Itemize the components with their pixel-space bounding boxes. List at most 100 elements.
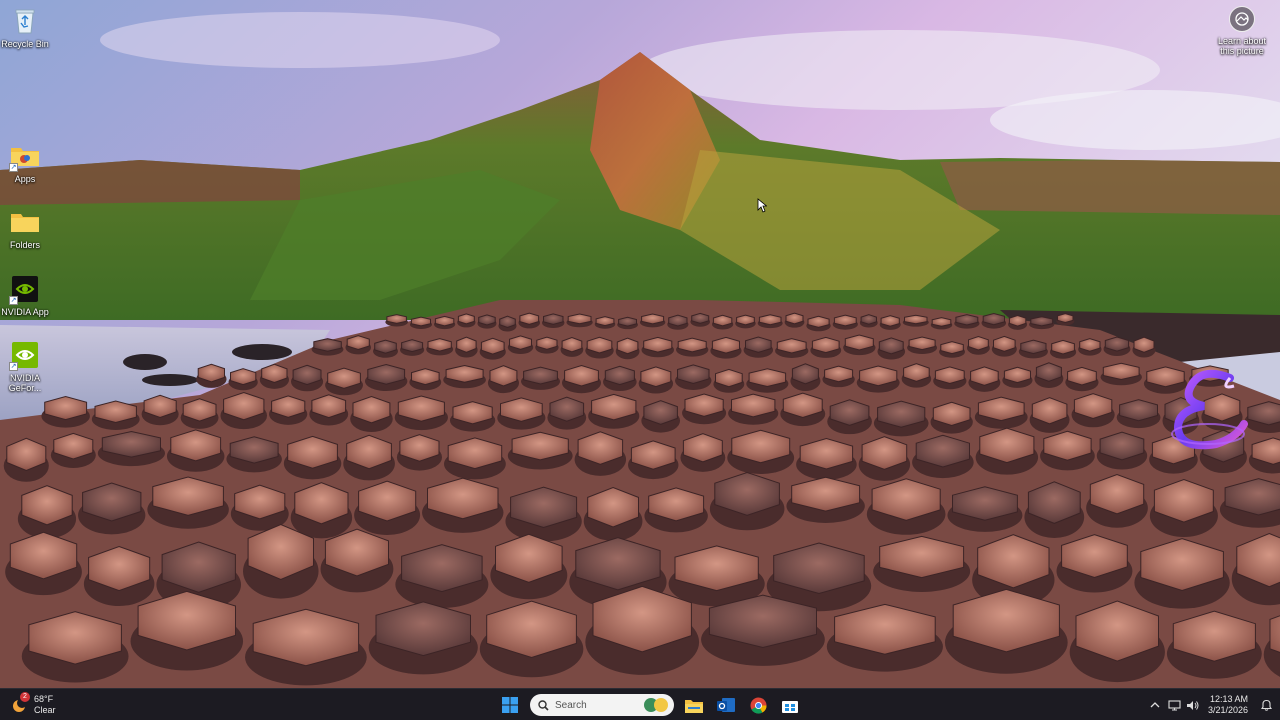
basalt-stone [776,338,807,354]
basalt-stone [807,315,830,328]
basalt-stone [745,336,772,353]
desktop-icon-nvidia-app[interactable]: ↗ NVIDIA App [0,274,53,317]
learn-about-picture[interactable]: Learn about this picture [1214,6,1270,56]
weather-condition: Clear [34,705,56,715]
basalt-stone [715,368,743,388]
chrome-button[interactable] [744,692,772,718]
notification-icon[interactable] [1258,689,1274,720]
basalt-stone [346,335,370,351]
basalt-stone [489,365,518,387]
nvidia-icon: ↗ [9,340,40,371]
basalt-stone [785,312,804,325]
volume-icon[interactable] [1184,689,1202,720]
outlook-icon [717,698,735,712]
basalt-stone [1079,338,1101,352]
basalt-stone [1119,399,1158,422]
basalt-stone [641,313,665,325]
e-logo-icon [1160,364,1256,456]
desktop-icon-apps[interactable]: ↗ Apps [0,141,53,184]
start-button[interactable] [496,692,524,718]
clock-date: 3/21/2026 [1207,705,1248,715]
basalt-stone [677,364,710,385]
basalt-stone [931,317,952,327]
basalt-stone [457,313,475,325]
desktop-icon-nvidia-geforce[interactable]: ↗ NVIDIA GeFor... [0,340,53,393]
nvidia-icon: ↗ [9,274,40,305]
basalt-stone [197,363,225,383]
system-tray: 12:13 AM 3/21/2026 [1144,689,1280,720]
basalt-stone [616,337,639,355]
basalt-stone [1035,362,1062,382]
clock[interactable]: 12:13 AM 3/21/2026 [1208,694,1248,716]
search-highlight-icon [644,698,668,712]
desktop-wallpaper [0,0,1280,688]
basalt-stone [595,316,615,327]
mouse-cursor-icon [757,198,768,213]
basalt-stone [410,316,431,327]
folder-icon [10,207,40,237]
basalt-stone [833,314,857,327]
basalt-stone [712,314,733,327]
clock-time: 12:13 AM [1209,694,1248,704]
weather-temp: 68°F [34,694,54,704]
basalt-stone [543,313,564,325]
taskbar-apps: Search [496,692,808,718]
basalt-stone [401,339,424,353]
basalt-stone [691,312,710,324]
basalt-stone [604,365,635,386]
shortcut-arrow-icon: ↗ [9,296,18,305]
store-icon [782,700,798,713]
basalt-stone [993,335,1016,352]
outlook-button[interactable] [712,692,740,718]
basalt-stone [445,364,484,383]
chrome-icon [750,697,767,714]
basalt-stone [677,337,707,353]
learn-about-label: Learn about this picture [1217,36,1267,56]
basalt-stone [844,334,874,351]
desktop-icon-label: NVIDIA App [1,307,49,317]
basalt-stone [1104,336,1130,352]
network-icon[interactable] [1166,689,1184,720]
desktop-icon-recycle-bin[interactable]: Recycle Bin [0,6,53,49]
basalt-stone [824,365,854,383]
basalt-stone [903,363,930,382]
basalt-stone [640,366,672,388]
basalt-stone [934,366,965,385]
basalt-stone [940,341,964,355]
basalt-stone [1003,366,1031,384]
basalt-stone [908,336,936,351]
basalt-stone [1020,339,1047,355]
basalt-stone [982,312,1005,326]
camera-icon [1229,6,1255,32]
desktop-icon-label: Folders [9,240,40,250]
basalt-stone [523,366,558,385]
taskbar: 2 68°F Clear Search 12:13 AM 3/21/2026 [0,688,1280,720]
basalt-stone [643,336,673,353]
chevron-up-icon[interactable] [1144,689,1166,720]
start-icon [502,697,518,713]
basalt-stone [1057,313,1074,324]
shortcut-arrow-icon: ↗ [9,362,18,371]
desktop-icon-label: NVIDIA GeFor... [8,373,42,393]
weather-widget[interactable]: 2 68°F Clear [10,691,56,719]
basalt-stone [1067,366,1097,386]
basalt-stone [480,337,505,355]
weather-badge: 2 [20,692,30,702]
basalt-stone [955,314,979,326]
basalt-stone [758,314,782,326]
basalt-stone [386,314,407,324]
basalt-stone [968,335,989,351]
basalt-stone [586,336,613,354]
file-explorer-button[interactable] [680,692,708,718]
basalt-stone [427,338,452,352]
basalt-stone [261,363,288,384]
basalt-stone [711,336,740,354]
basalt-stone [668,314,688,327]
basalt-stone [860,314,877,325]
shortcut-arrow-icon: ↗ [9,163,18,172]
search-input[interactable]: Search [530,694,674,716]
store-button[interactable] [776,692,804,718]
basalt-stone [292,364,322,386]
desktop-icon-folders[interactable]: Folders [0,207,53,250]
basalt-stone [509,335,532,350]
